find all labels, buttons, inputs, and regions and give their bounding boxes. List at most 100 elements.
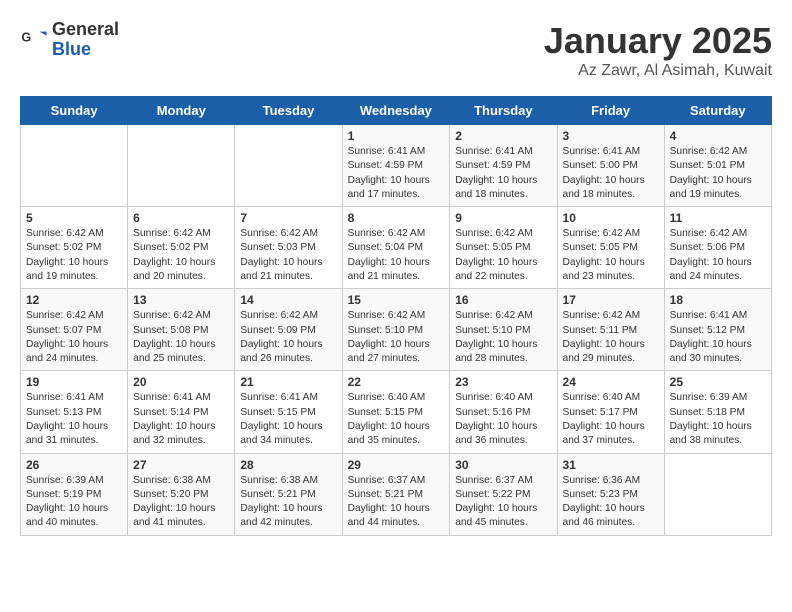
cell-content: Sunrise: 6:42 AM Sunset: 5:10 PM Dayligh… [455,309,551,366]
day-number: 12 [26,293,122,307]
week-row-2: 5 Sunrise: 6:42 AM Sunset: 5:02 PM Daylig… [21,207,772,289]
cell-content: Sunrise: 6:40 AM Sunset: 5:15 PM Dayligh… [348,391,445,448]
cell-content: Sunrise: 6:42 AM Sunset: 5:07 PM Dayligh… [26,309,122,366]
cell-content: Sunrise: 6:41 AM Sunset: 4:59 PM Dayligh… [348,145,445,202]
calendar-cell: 26 Sunrise: 6:39 AM Sunset: 5:19 PM Dayli… [21,453,128,535]
calendar-cell: 14Sunrise: 6:42 AM Sunset: 5:09 PM Dayli… [235,289,342,371]
calendar-cell: 1 Sunrise: 6:41 AM Sunset: 4:59 PM Daylig… [342,125,450,207]
calendar-cell: 12 Sunrise: 6:42 AM Sunset: 5:07 PM Dayli… [21,289,128,371]
cell-content: Sunrise: 6:39 AM Sunset: 5:19 PM Dayligh… [26,474,122,531]
day-number: 30 [455,458,551,472]
day-number: 15 [348,293,445,307]
cell-content: Sunrise: 6:42 AM Sunset: 5:05 PM Dayligh… [563,227,659,284]
day-number: 25 [670,375,766,389]
day-number: 5 [26,211,122,225]
calendar-cell: 25 Sunrise: 6:39 AM Sunset: 5:18 PM Dayli… [664,371,771,453]
cell-content: Sunrise: 6:36 AM Sunset: 5:23 PM Dayligh… [563,474,659,531]
day-header-sunday: Sunday [21,97,128,125]
calendar-cell: 21Sunrise: 6:41 AM Sunset: 5:15 PM Dayli… [235,371,342,453]
logo-line2: Blue [52,40,119,60]
day-number: 22 [348,375,445,389]
cell-content: Sunrise: 6:42 AM Sunset: 5:02 PM Dayligh… [26,227,122,284]
calendar-cell [21,125,128,207]
calendar-cell: 18Sunrise: 6:41 AM Sunset: 5:12 PM Dayli… [664,289,771,371]
week-row-5: 26 Sunrise: 6:39 AM Sunset: 5:19 PM Dayli… [21,453,772,535]
day-number: 28 [240,458,336,472]
week-row-4: 19Sunrise: 6:41 AM Sunset: 5:13 PM Dayli… [21,371,772,453]
day-number: 11 [670,211,766,225]
cell-content: Sunrise: 6:41 AM Sunset: 5:00 PM Dayligh… [563,145,659,202]
calendar-cell: 7Sunrise: 6:42 AM Sunset: 5:03 PM Daylig… [235,207,342,289]
page-header: G General Blue January 2025 Az Zawr, Al … [20,20,772,80]
day-number: 14 [240,293,336,307]
calendar-cell: 5 Sunrise: 6:42 AM Sunset: 5:02 PM Daylig… [21,207,128,289]
cell-content: Sunrise: 6:42 AM Sunset: 5:02 PM Dayligh… [133,227,229,284]
calendar-cell: 11 Sunrise: 6:42 AM Sunset: 5:06 PM Dayli… [664,207,771,289]
calendar-table: SundayMondayTuesdayWednesdayThursdayFrid… [20,96,772,536]
title-area: January 2025 Az Zawr, Al Asimah, Kuwait [544,20,772,80]
day-number: 19 [26,375,122,389]
day-number: 8 [348,211,445,225]
cell-content: Sunrise: 6:42 AM Sunset: 5:03 PM Dayligh… [240,227,336,284]
calendar-cell: 24 Sunrise: 6:40 AM Sunset: 5:17 PM Dayli… [557,371,664,453]
calendar-cell: 30 Sunrise: 6:37 AM Sunset: 5:22 PM Dayli… [450,453,557,535]
day-number: 23 [455,375,551,389]
calendar-cell [235,125,342,207]
logo-text: General Blue [52,20,119,60]
cell-content: Sunrise: 6:37 AM Sunset: 5:22 PM Dayligh… [455,474,551,531]
day-header-wednesday: Wednesday [342,97,450,125]
week-row-3: 12 Sunrise: 6:42 AM Sunset: 5:07 PM Dayli… [21,289,772,371]
calendar-cell: 15 Sunrise: 6:42 AM Sunset: 5:10 PM Dayli… [342,289,450,371]
day-number: 13 [133,293,229,307]
cell-content: Sunrise: 6:41 AM Sunset: 5:14 PM Dayligh… [133,391,229,448]
calendar-cell: 10 Sunrise: 6:42 AM Sunset: 5:05 PM Dayli… [557,207,664,289]
calendar-cell: 19Sunrise: 6:41 AM Sunset: 5:13 PM Dayli… [21,371,128,453]
cell-content: Sunrise: 6:37 AM Sunset: 5:21 PM Dayligh… [348,474,445,531]
cell-content: Sunrise: 6:40 AM Sunset: 5:17 PM Dayligh… [563,391,659,448]
cell-content: Sunrise: 6:42 AM Sunset: 5:06 PM Dayligh… [670,227,766,284]
calendar-cell: 20 Sunrise: 6:41 AM Sunset: 5:14 PM Dayli… [128,371,235,453]
day-number: 16 [455,293,551,307]
cell-content: Sunrise: 6:39 AM Sunset: 5:18 PM Dayligh… [670,391,766,448]
day-number: 18 [670,293,766,307]
week-row-1: 1 Sunrise: 6:41 AM Sunset: 4:59 PM Daylig… [21,125,772,207]
day-number: 3 [563,129,659,143]
day-header-tuesday: Tuesday [235,97,342,125]
cell-content: Sunrise: 6:42 AM Sunset: 5:08 PM Dayligh… [133,309,229,366]
day-header-thursday: Thursday [450,97,557,125]
day-number: 26 [26,458,122,472]
cell-content: Sunrise: 6:42 AM Sunset: 5:04 PM Dayligh… [348,227,445,284]
cell-content: Sunrise: 6:42 AM Sunset: 5:01 PM Dayligh… [670,145,766,202]
calendar-cell: 3 Sunrise: 6:41 AM Sunset: 5:00 PM Daylig… [557,125,664,207]
day-number: 27 [133,458,229,472]
calendar-cell: 13 Sunrise: 6:42 AM Sunset: 5:08 PM Dayli… [128,289,235,371]
day-header-saturday: Saturday [664,97,771,125]
logo: G General Blue [20,20,119,60]
calendar-cell: 6 Sunrise: 6:42 AM Sunset: 5:02 PM Daylig… [128,207,235,289]
cell-content: Sunrise: 6:42 AM Sunset: 5:05 PM Dayligh… [455,227,551,284]
day-number: 21 [240,375,336,389]
calendar-title: January 2025 [544,20,772,62]
calendar-cell: 8 Sunrise: 6:42 AM Sunset: 5:04 PM Daylig… [342,207,450,289]
calendar-cell: 31Sunrise: 6:36 AM Sunset: 5:23 PM Dayli… [557,453,664,535]
calendar-cell: 22 Sunrise: 6:40 AM Sunset: 5:15 PM Dayli… [342,371,450,453]
calendar-cell: 9 Sunrise: 6:42 AM Sunset: 5:05 PM Daylig… [450,207,557,289]
header-row: SundayMondayTuesdayWednesdayThursdayFrid… [21,97,772,125]
day-number: 10 [563,211,659,225]
calendar-cell: 29Sunrise: 6:37 AM Sunset: 5:21 PM Dayli… [342,453,450,535]
cell-content: Sunrise: 6:42 AM Sunset: 5:11 PM Dayligh… [563,309,659,366]
day-number: 1 [348,129,445,143]
calendar-cell [664,453,771,535]
calendar-cell: 2Sunrise: 6:41 AM Sunset: 4:59 PM Daylig… [450,125,557,207]
day-number: 6 [133,211,229,225]
cell-content: Sunrise: 6:42 AM Sunset: 5:10 PM Dayligh… [348,309,445,366]
logo-icon: G [20,26,48,54]
calendar-cell: 28 Sunrise: 6:38 AM Sunset: 5:21 PM Dayli… [235,453,342,535]
day-number: 9 [455,211,551,225]
cell-content: Sunrise: 6:41 AM Sunset: 4:59 PM Dayligh… [455,145,551,202]
calendar-cell: 17Sunrise: 6:42 AM Sunset: 5:11 PM Dayli… [557,289,664,371]
cell-content: Sunrise: 6:38 AM Sunset: 5:21 PM Dayligh… [240,474,336,531]
day-number: 24 [563,375,659,389]
calendar-cell: 23Sunrise: 6:40 AM Sunset: 5:16 PM Dayli… [450,371,557,453]
day-number: 20 [133,375,229,389]
